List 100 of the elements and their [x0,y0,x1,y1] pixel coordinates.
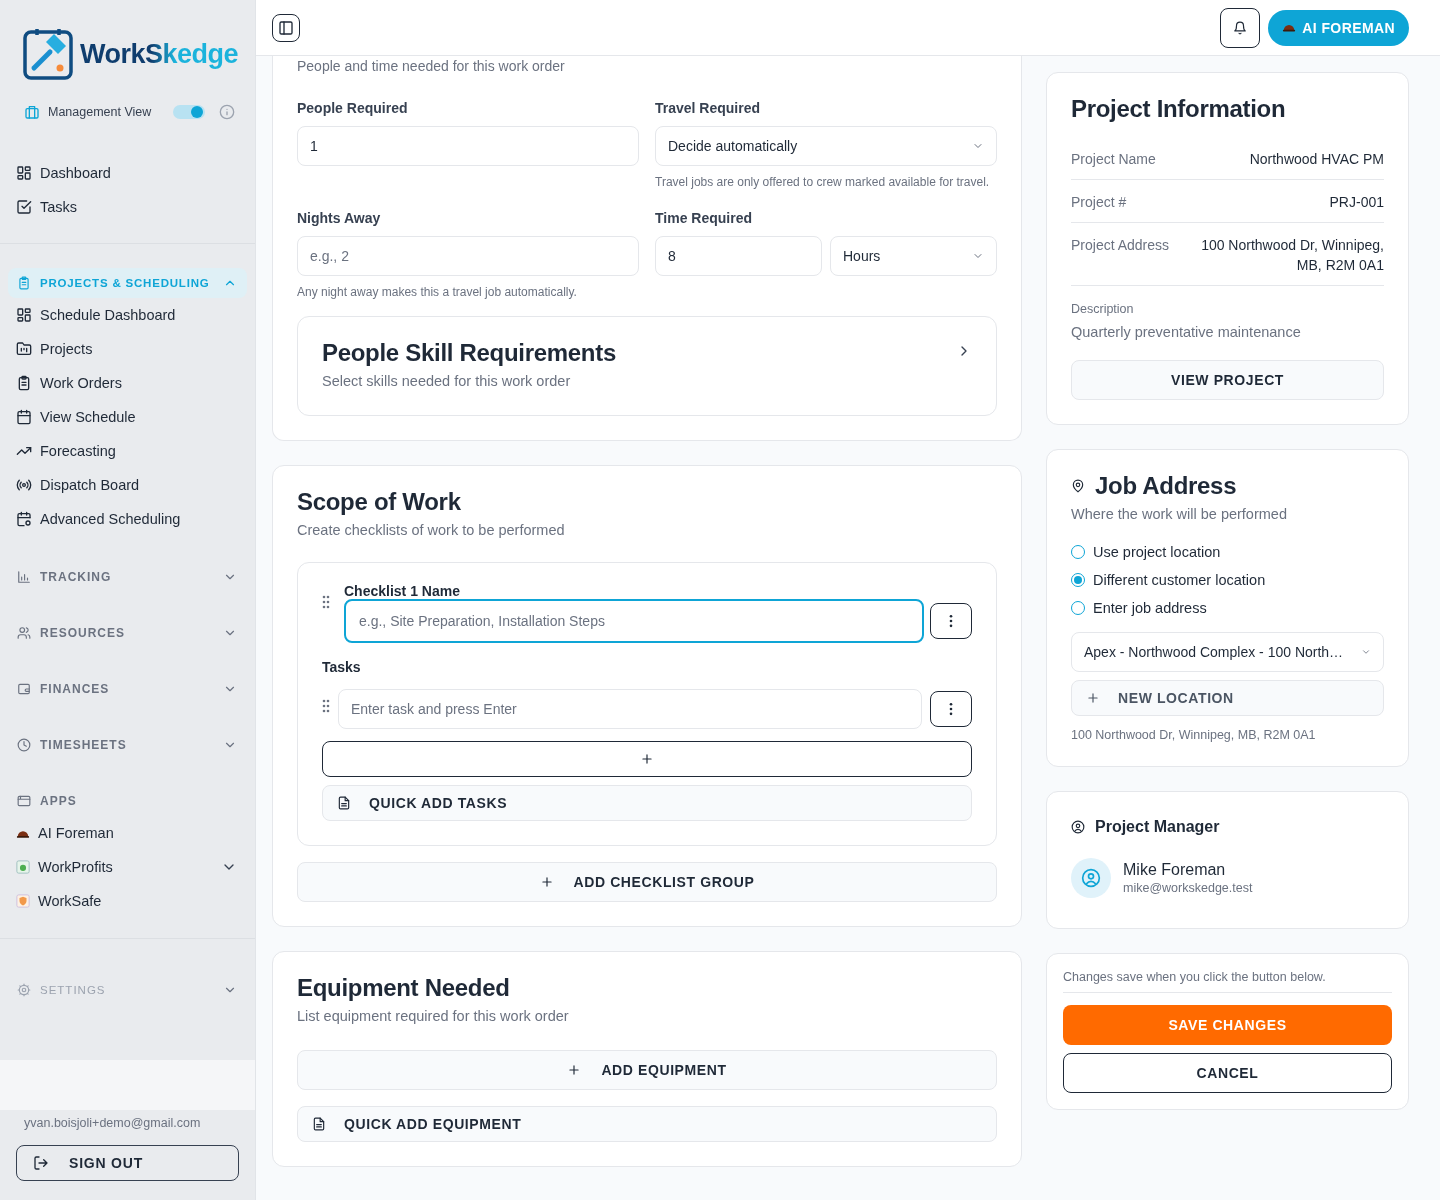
app-tile-icon [16,860,30,874]
card-title: Job Address [1095,472,1237,500]
logo-icon [22,26,76,82]
more-icon [949,614,953,628]
sidebar-panel-icon [278,19,294,36]
panel-title: People Skill Requirements [322,339,616,367]
view-toggle[interactable] [173,105,206,119]
info-label: Description [1071,302,1135,316]
plus-icon [1086,691,1100,705]
info-label: Project Name [1071,150,1156,169]
address-text: 100 Northwood Dr, Winnipeg, MB, R2M 0A1 [1071,728,1317,742]
time-required-field[interactable]: 8 [655,236,822,276]
card-subtitle: People and time needed for this work order [297,57,566,74]
card-title: Project Information [1071,95,1287,123]
user-circle-icon [1071,820,1085,834]
user-email: yvan.boisjoli+demo@gmail.com [23,1116,202,1130]
nav-group[interactable]: RESOURCES [0,618,255,648]
drag-handle-icon[interactable] [322,699,330,713]
add-equipment-button[interactable]: ADD EQUIPMENT [297,1050,997,1090]
skills-panel[interactable]: People Skill Requirements Select skills needed for this work order [297,316,997,416]
manager-email: mike@workskedge.test [1123,881,1253,895]
task-field[interactable]: Enter task and press Enter [338,689,922,729]
time-unit-select[interactable]: Hours [830,236,997,276]
plus-icon [640,752,654,766]
nav-item[interactable]: AI Foreman [0,816,255,850]
bell-icon [1233,20,1248,35]
clipboard-icon [17,276,31,290]
drag-handle-icon[interactable] [322,595,330,609]
add-checklist-group-button[interactable]: ADD CHECKLIST GROUP [297,862,997,902]
nav-group[interactable]: TIMESHEETS [0,730,255,760]
briefcase-icon [24,104,40,120]
chevron-down-icon [1361,647,1371,657]
nav-item[interactable]: Work Orders [0,366,255,400]
quick-add-button[interactable]: QUICK ADD TASKS [322,785,972,821]
view-project-button[interactable]: VIEW PROJECT [1071,360,1384,400]
field-hint: Any night away makes this a travel job automatically. [297,284,578,300]
field-label: Checklist 1 Name [344,583,461,599]
card-subtitle: Create checklists of work to be performed [297,522,566,538]
field-label: Nights Away [297,210,382,226]
info-value: 100 Northwood Dr, Winnipeg, MB, R2M 0A1 [1200,236,1384,275]
broadcast-icon [16,477,32,493]
card-title: Equipment Needed [297,974,511,1002]
radio-option[interactable]: Use project location [1071,542,1384,562]
people-required-field[interactable]: 1 [297,126,639,166]
nav-item[interactable]: Dashboard [0,156,255,190]
settings-icon [17,983,31,997]
new-location-button[interactable]: NEW LOCATION [1071,680,1384,716]
plus-icon [567,1063,582,1077]
nav-group[interactable]: APPS [0,786,255,816]
checkbox-icon [16,199,32,215]
radio-option[interactable]: Enter job address [1071,598,1384,618]
nav-item[interactable]: View Schedule [0,400,255,434]
sidebar-toggle-button[interactable] [272,13,300,42]
nav-item[interactable]: Schedule Dashboard [0,298,255,332]
document-icon [312,1117,326,1131]
window-icon [17,794,31,808]
nav-item[interactable]: Tasks [0,190,255,224]
nav-item[interactable]: Dispatch Board [0,468,255,502]
wallet-icon [17,682,31,696]
notifications-button[interactable] [1220,7,1261,48]
add-task-button[interactable] [322,741,972,777]
nav-item[interactable]: WorkSafe [0,884,255,918]
nav-item[interactable]: Advanced Scheduling [0,502,255,536]
users-icon [17,626,31,640]
sign-out-button[interactable]: SIGN OUT [16,1145,239,1181]
info-value: Northwood HVAC PM [1249,150,1384,169]
nav-group[interactable]: FINANCES [0,674,255,704]
nav-item[interactable]: WorkProfits [0,850,255,884]
description-text: Quarterly preventative maintenance [1071,324,1302,340]
helmet-icon [1282,22,1297,33]
clock-icon [17,738,31,752]
sign-out-icon [33,1155,49,1171]
user-circle-icon [1081,868,1101,888]
card-subtitle: List equipment required for this work order [297,1008,570,1024]
more-icon [949,702,953,716]
more-button[interactable] [930,603,972,639]
document-icon [337,796,351,810]
view-label: Management View [48,105,152,119]
nav-item[interactable]: Forecasting [0,434,255,468]
field-label: Time Required [655,210,753,226]
nav-group[interactable]: TRACKING [0,562,255,592]
more-button[interactable] [930,691,972,727]
shield-icon [16,894,30,908]
calendar-icon [16,511,32,527]
nights-away-field[interactable]: e.g., 2 [297,236,639,276]
card-title: Scope of Work [297,488,462,516]
cancel-button[interactable]: CANCEL [1063,1053,1392,1093]
travel-required-select[interactable]: Decide automatically [655,126,997,166]
quick-add-button[interactable]: QUICK ADD EQUIPMENT [297,1106,997,1142]
location-select[interactable]: Apex - Northwood Complex - 100 North… [1071,632,1384,672]
nav-item[interactable]: Projects [0,332,255,366]
card-title: Project Manager [1095,818,1220,836]
radio-option[interactable]: Different customer location [1071,570,1384,590]
card-subtitle: Where the work will be performed [1071,506,1288,522]
field-label: Tasks [322,659,362,675]
calendar-icon [16,409,32,425]
checklist-name-field[interactable]: e.g., Site Preparation, Installation Steps [344,599,924,643]
clipboard-icon [16,375,32,391]
dashboard-icon [16,307,32,323]
info-label: Project # [1071,193,1127,212]
